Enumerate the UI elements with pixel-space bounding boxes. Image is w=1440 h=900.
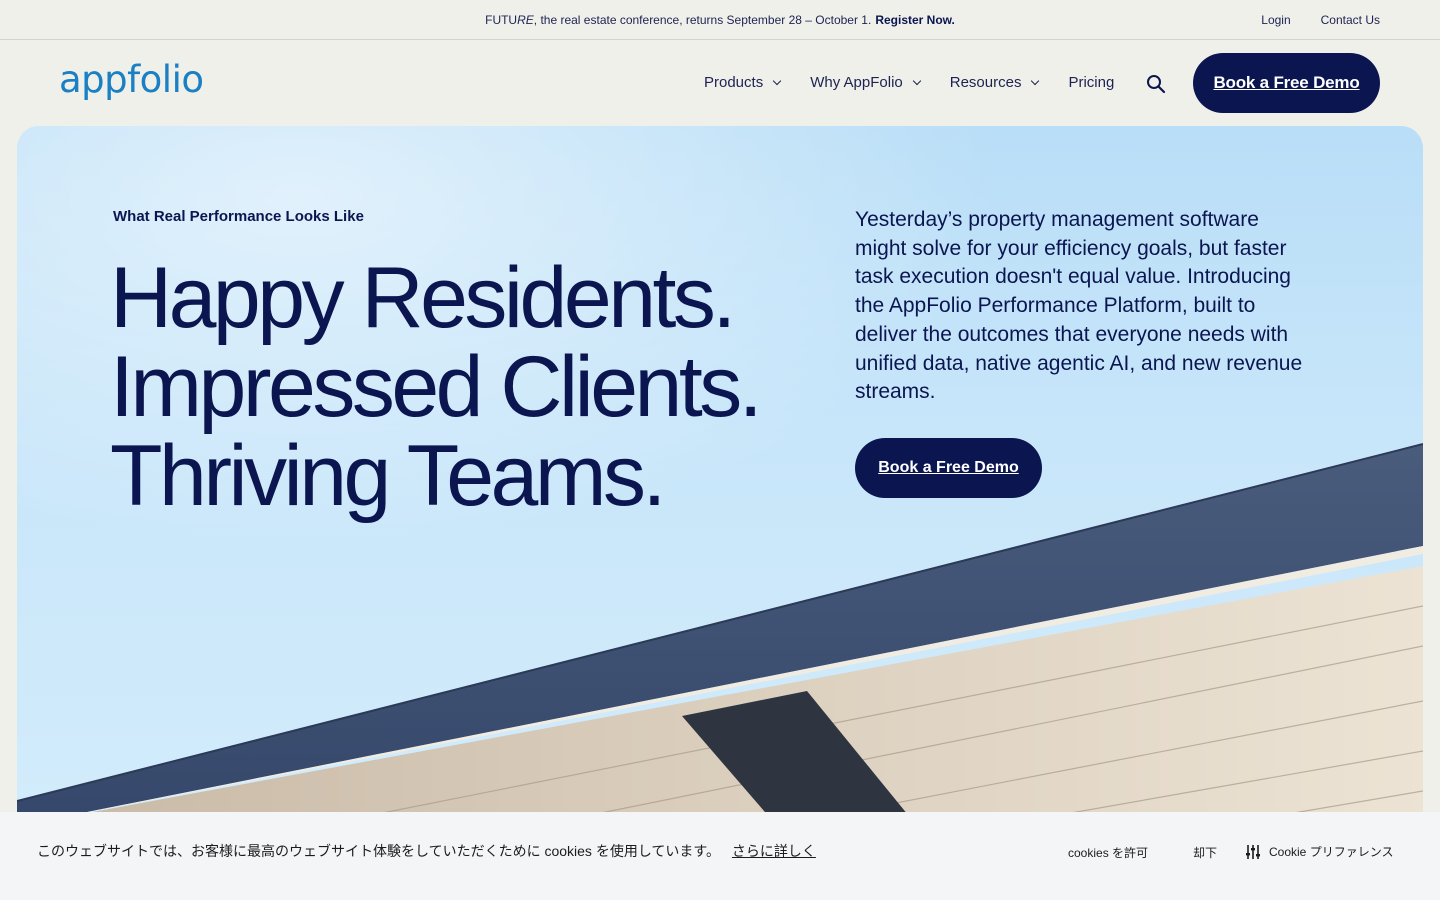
register-now-link[interactable]: Register Now.: [875, 13, 955, 27]
headline-line: Impressed Clients.: [110, 339, 763, 435]
main-nav: Products Why AppFolio Resources Pricing: [704, 74, 1144, 91]
chevron-down-icon: [912, 76, 921, 85]
announcement-bar: FUTURE, the real estate conference, retu…: [0, 0, 1440, 40]
site-header: appfolio Products Why AppFolio Resources…: [0, 40, 1440, 126]
nav-pricing-label: Pricing: [1068, 74, 1115, 91]
contact-us-link[interactable]: Contact Us: [1321, 13, 1380, 27]
book-demo-button-header[interactable]: Book a Free Demo: [1193, 53, 1380, 113]
sliders-icon: [1246, 844, 1260, 859]
cookie-message: このウェブサイトでは、お客様に最高のウェブサイト体験をしていただくために coo…: [37, 841, 816, 861]
nav-resources-label: Resources: [949, 74, 1022, 91]
book-demo-button-hero[interactable]: Book a Free Demo: [855, 438, 1042, 498]
nav-why-appfolio[interactable]: Why AppFolio: [810, 74, 921, 91]
nav-resources[interactable]: Resources: [949, 74, 1040, 91]
hero-headline: Happy Residents. Impressed Clients. Thri…: [110, 254, 830, 521]
appfolio-logo[interactable]: appfolio: [59, 58, 204, 101]
login-link[interactable]: Login: [1261, 13, 1290, 27]
nav-pricing[interactable]: Pricing: [1068, 74, 1114, 91]
nav-products[interactable]: Products: [704, 74, 782, 91]
cookie-reject-button[interactable]: 却下: [1193, 844, 1217, 861]
hero-description: Yesterday’s property management software…: [855, 208, 1303, 404]
chevron-down-icon: [1031, 76, 1040, 85]
nav-products-label: Products: [704, 74, 764, 91]
nav-why-appfolio-label: Why AppFolio: [810, 74, 903, 91]
headline-line: Thriving Teams.: [110, 428, 666, 524]
hero-eyebrow: What Real Performance Looks Like: [113, 208, 364, 225]
chevron-down-icon: [772, 76, 782, 85]
cookie-preferences-button[interactable]: Cookie プリファレンス: [1245, 843, 1393, 860]
search-icon[interactable]: [1146, 74, 1166, 94]
hero-section: What Real Performance Looks Like Happy R…: [17, 126, 1423, 826]
cookie-learn-more-link[interactable]: さらに詳しく: [732, 843, 816, 859]
cookie-preferences-label: Cookie プリファレンス: [1269, 845, 1394, 859]
headline-line: Happy Residents.: [110, 250, 736, 346]
cookie-message-text: このウェブサイトでは、お客様に最高のウェブサイト体験をしていただくために coo…: [37, 843, 721, 859]
utility-nav: Login Contact Us: [1261, 0, 1380, 40]
announcement-text: FUTURE, the real estate conference, retu…: [485, 12, 872, 27]
cookie-banner: このウェブサイトでは、お客様に最高のウェブサイト体験をしていただくために coo…: [0, 812, 1440, 900]
cookie-allow-button[interactable]: cookies を許可: [1068, 844, 1148, 861]
